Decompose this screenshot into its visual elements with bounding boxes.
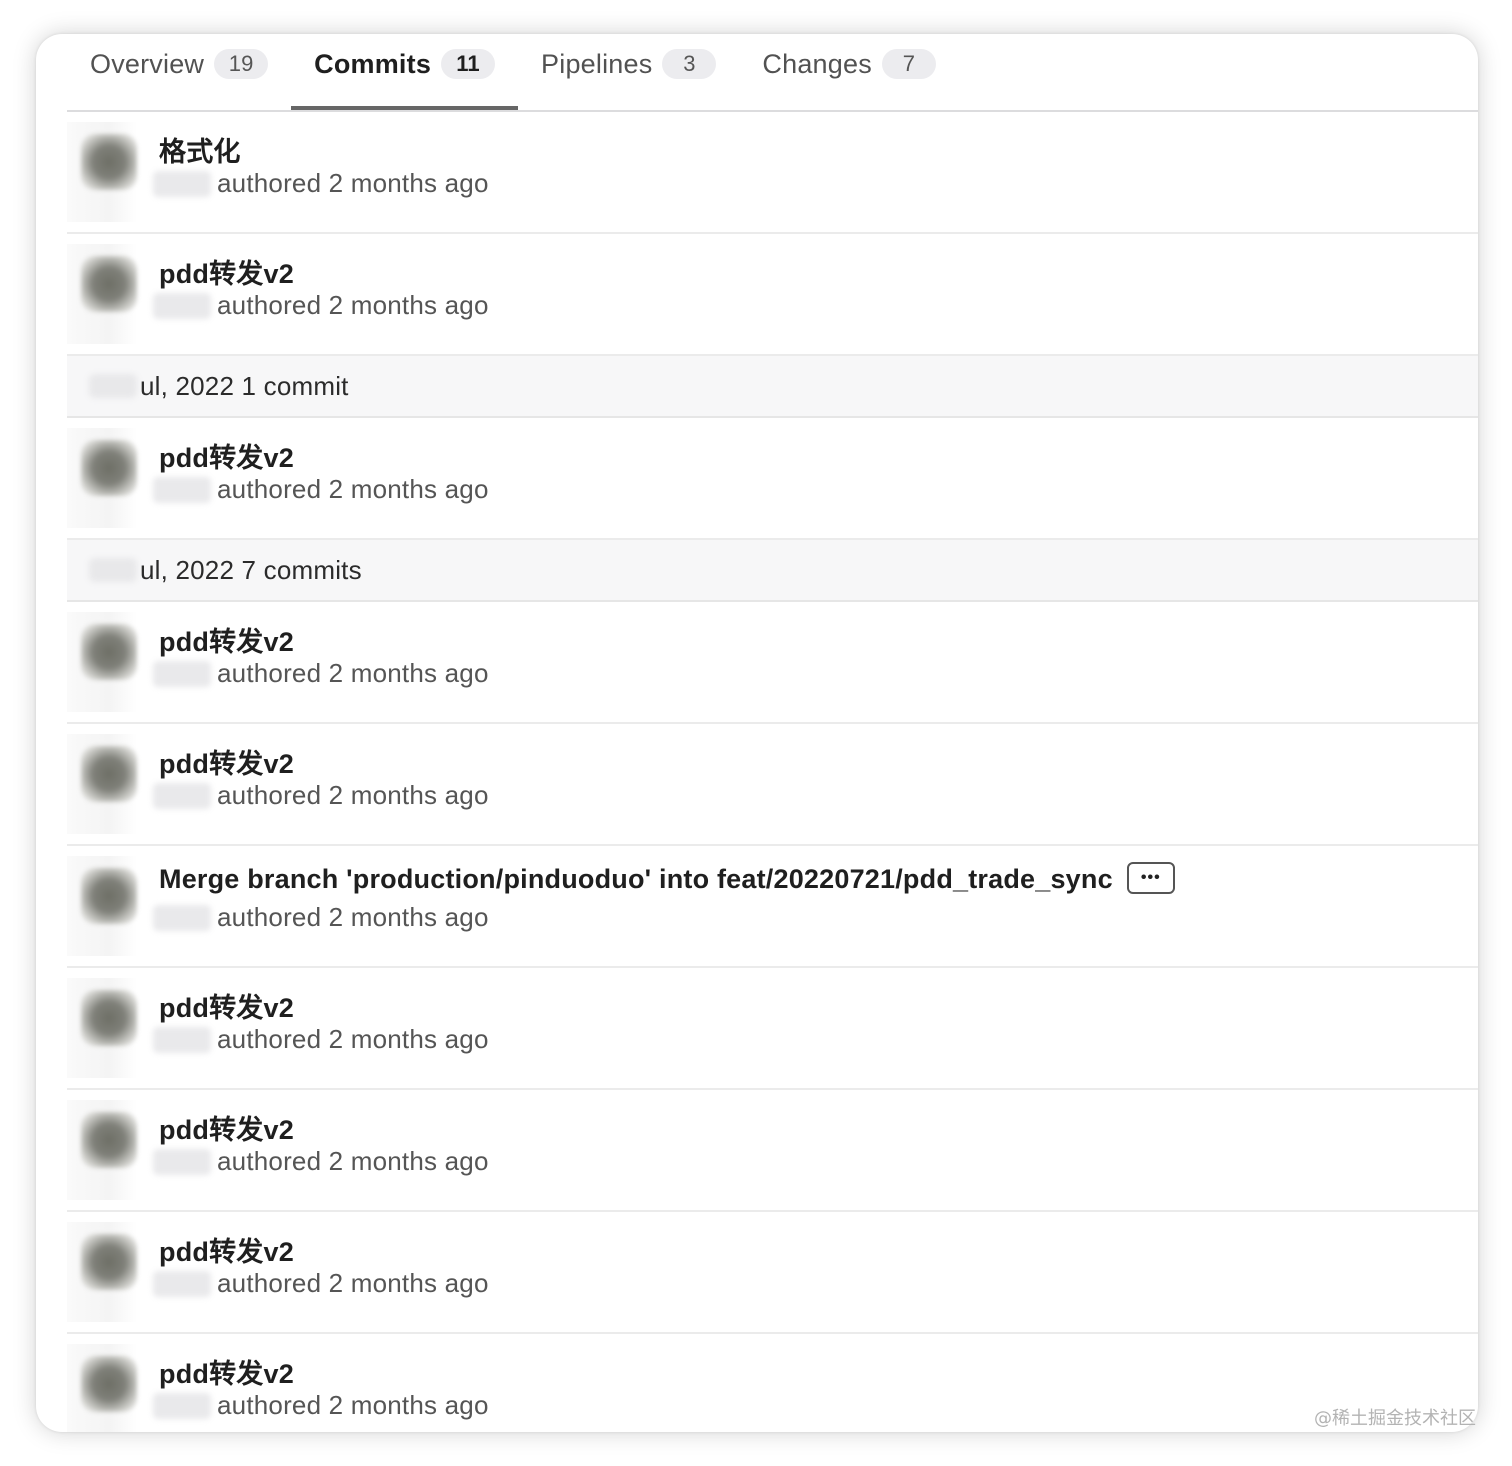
commit-meta: authored 2 months ago <box>153 780 489 811</box>
watermark: @稀土掘金技术社区 <box>1314 1408 1476 1429</box>
author-name-redacted[interactable] <box>153 170 211 197</box>
author-name-redacted[interactable] <box>153 476 211 503</box>
commit-title[interactable]: pdd转发v2 <box>159 620 294 659</box>
tab-label: Overview <box>90 48 205 79</box>
commit-meta-text: authored 2 months ago <box>217 1390 489 1420</box>
commit-meta: authored 2 months ago <box>153 1146 489 1177</box>
tab-bar: Overview 19 Commits 11 Pipelines 3 Chang… <box>67 34 1478 112</box>
commit-meta-text: authored 2 months ago <box>217 1146 489 1176</box>
avatar[interactable] <box>81 746 137 802</box>
commit-row: pdd转发v2 authored 2 months ago <box>67 1090 1478 1212</box>
commit-title[interactable]: pdd转发v2 <box>159 1230 294 1269</box>
commit-list: 格式化 authored 2 months ago pdd转发v2 author… <box>67 112 1478 1432</box>
commit-meta-text: authored 2 months ago <box>217 780 489 810</box>
commit-meta: authored 2 months ago <box>153 1024 489 1055</box>
commit-row: Merge branch 'production/pinduoduo' into… <box>67 846 1478 968</box>
count-badge: 7 <box>881 49 936 79</box>
commit-meta: authored 2 months ago <box>153 1390 489 1421</box>
commit-row: pdd转发v2 authored 2 months ago <box>67 1212 1478 1334</box>
commit-meta-text: authored 2 months ago <box>217 902 489 932</box>
avatar[interactable] <box>81 1234 137 1290</box>
date-group-header: ul, 2022 1 commit <box>67 356 1478 418</box>
commit-meta-text: authored 2 months ago <box>217 658 489 688</box>
author-name-redacted[interactable] <box>153 1148 211 1175</box>
avatar[interactable] <box>81 1112 137 1168</box>
date-group-text: ul, 2022 1 commit <box>140 370 349 401</box>
commit-row: pdd转发v2 authored 2 months ago <box>67 234 1478 356</box>
commit-row: 格式化 authored 2 months ago <box>67 112 1478 234</box>
avatar[interactable] <box>81 624 137 680</box>
avatar[interactable] <box>81 134 137 190</box>
date-redacted <box>89 374 137 398</box>
author-name-redacted[interactable] <box>153 1026 211 1053</box>
toggle-description-button[interactable]: ••• <box>1126 861 1175 894</box>
date-group-text: ul, 2022 7 commits <box>140 554 362 585</box>
tab-commits[interactable]: Commits 11 <box>291 34 518 110</box>
commit-title[interactable]: pdd转发v2 <box>159 436 294 475</box>
date-redacted <box>89 558 137 582</box>
date-group-header: ul, 2022 7 commits <box>67 540 1478 602</box>
commit-title[interactable]: pdd转发v2 <box>159 1352 294 1391</box>
commit-row: pdd转发v2 authored 2 months ago <box>67 1334 1478 1432</box>
tab-overview[interactable]: Overview 19 <box>67 34 291 94</box>
avatar[interactable] <box>81 440 137 496</box>
author-name-redacted[interactable] <box>153 292 211 319</box>
count-badge: 19 <box>214 49 269 79</box>
avatar[interactable] <box>81 990 137 1046</box>
author-name-redacted[interactable] <box>153 904 211 931</box>
commit-meta: authored 2 months ago <box>153 290 489 321</box>
commit-row: pdd转发v2 authored 2 months ago <box>67 602 1478 724</box>
merge-request-panel: Overview 19 Commits 11 Pipelines 3 Chang… <box>36 34 1478 1432</box>
commit-title[interactable]: pdd转发v2 <box>159 742 294 781</box>
avatar[interactable] <box>81 868 137 924</box>
count-badge: 11 <box>441 49 496 79</box>
commit-meta: authored 2 months ago <box>153 168 489 199</box>
author-name-redacted[interactable] <box>153 782 211 809</box>
commit-meta-text: authored 2 months ago <box>217 1024 489 1054</box>
commit-meta-text: authored 2 months ago <box>217 1268 489 1298</box>
commit-meta: authored 2 months ago <box>153 658 489 689</box>
commit-row: pdd转发v2 authored 2 months ago <box>67 968 1478 1090</box>
commit-title[interactable]: pdd转发v2 <box>159 986 294 1025</box>
commit-meta-text: authored 2 months ago <box>217 474 489 504</box>
commit-title-row: Merge branch 'production/pinduoduo' into… <box>159 861 1175 897</box>
commit-meta-text: authored 2 months ago <box>217 168 489 198</box>
commit-title[interactable]: Merge branch 'production/pinduoduo' into… <box>159 864 1113 894</box>
tab-label: Pipelines <box>541 48 653 79</box>
avatar[interactable] <box>81 1356 137 1412</box>
commit-meta-text: authored 2 months ago <box>217 290 489 320</box>
commit-title[interactable]: 格式化 <box>159 130 241 169</box>
tab-label: Commits <box>314 48 432 79</box>
commit-row: pdd转发v2 authored 2 months ago <box>67 724 1478 846</box>
tab-label: Changes <box>762 48 872 79</box>
commit-title[interactable]: pdd转发v2 <box>159 1108 294 1147</box>
commit-meta: authored 2 months ago <box>153 474 489 505</box>
author-name-redacted[interactable] <box>153 1392 211 1419</box>
count-badge: 3 <box>662 49 717 79</box>
commit-meta: authored 2 months ago <box>153 1268 489 1299</box>
commit-title[interactable]: pdd转发v2 <box>159 252 294 291</box>
author-name-redacted[interactable] <box>153 1270 211 1297</box>
avatar[interactable] <box>81 256 137 312</box>
author-name-redacted[interactable] <box>153 660 211 687</box>
tab-changes[interactable]: Changes 7 <box>739 34 958 94</box>
commit-meta: authored 2 months ago <box>153 902 489 933</box>
tab-pipelines[interactable]: Pipelines 3 <box>518 34 739 94</box>
commit-row: pdd转发v2 authored 2 months ago <box>67 418 1478 540</box>
